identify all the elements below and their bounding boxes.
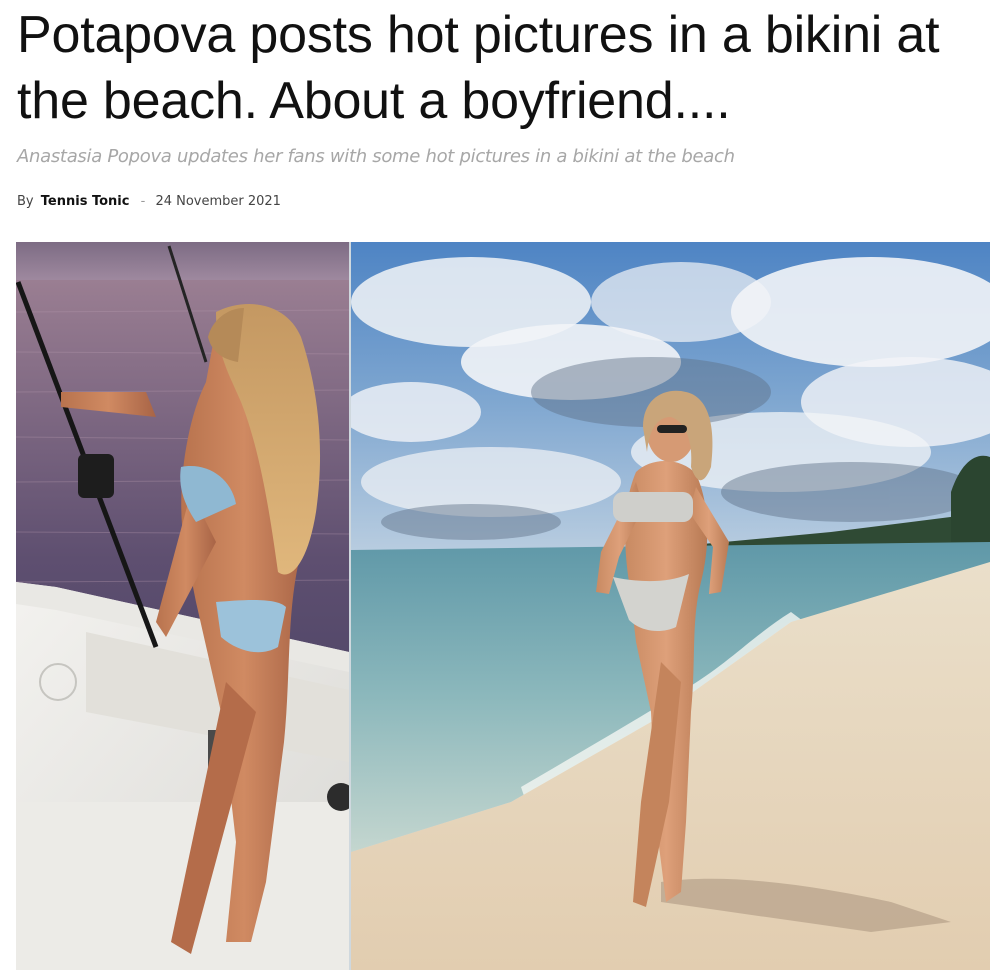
- author-link[interactable]: Tennis Tonic: [41, 194, 130, 209]
- article-headline: Potapova posts hot pictures in a bikini …: [17, 6, 940, 130]
- photo-fishing-boat: [16, 242, 349, 970]
- photo-beach: [351, 242, 990, 970]
- publish-date: 24 November 2021: [155, 194, 281, 209]
- article-subtitle: Anastasia Popova updates her fans with s…: [17, 146, 735, 167]
- article: Potapova posts hot pictures in a bikini …: [0, 0, 1000, 976]
- featured-image: [16, 242, 990, 970]
- byline-separator: -: [140, 194, 146, 209]
- byline-by-label: By: [17, 194, 34, 209]
- byline: By Tennis Tonic - 24 November 2021: [17, 192, 281, 212]
